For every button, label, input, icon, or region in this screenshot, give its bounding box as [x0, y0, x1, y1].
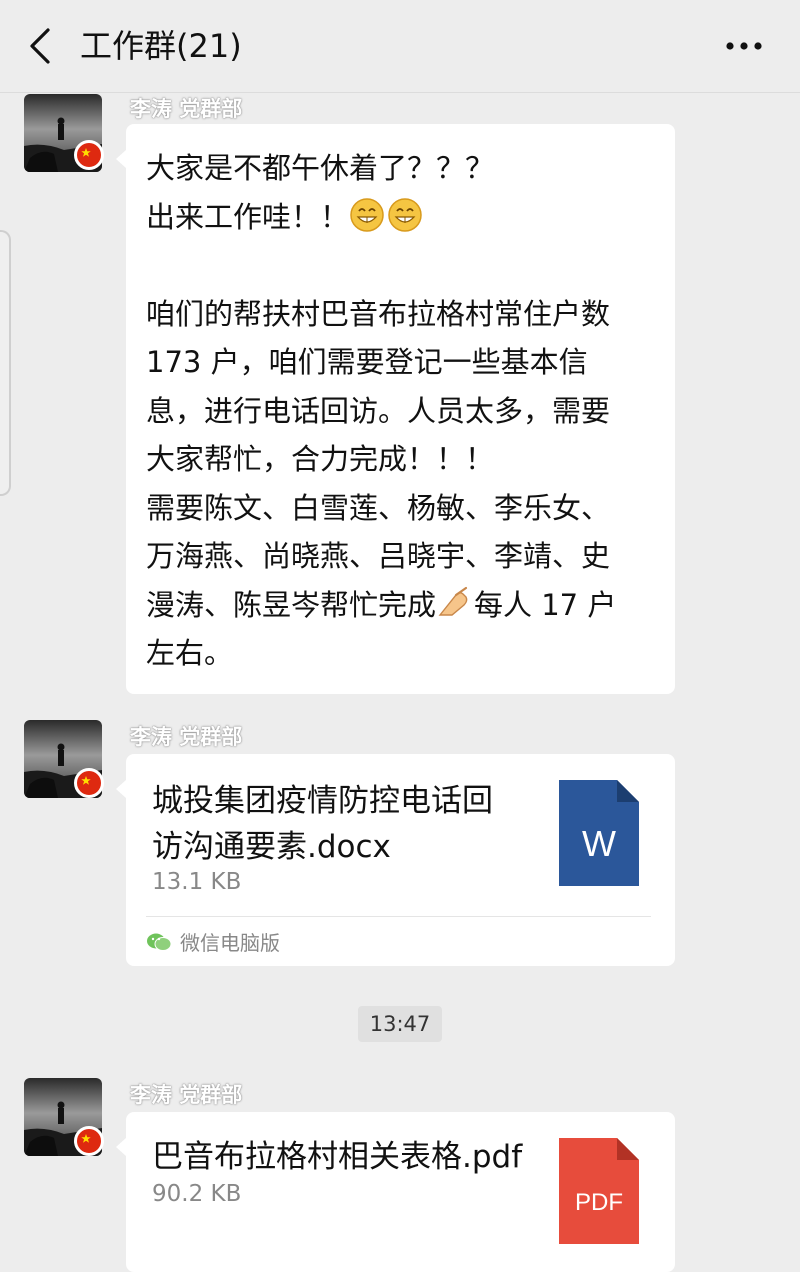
back-arrow-icon[interactable] — [24, 24, 58, 68]
message-line: 漫涛、陈昱岑帮忙完成 — [146, 587, 437, 622]
file-type-label: W — [582, 823, 616, 864]
divider — [146, 916, 651, 917]
china-flag-badge — [74, 1126, 104, 1156]
word-document-icon: W — [559, 780, 639, 886]
file-name: 城投集团疫情防控电话回 访沟通要素.docx — [152, 778, 493, 870]
wechat-icon — [147, 933, 172, 951]
pointing-hand-icon — [438, 586, 468, 616]
file-name: 巴音布拉格村相关表格.pdf — [152, 1139, 523, 1175]
message-line: 173 户，咱们需要登记一些基本信 — [146, 345, 588, 379]
message-line: 息，进行电话回访。人员太多，需要 — [146, 393, 611, 428]
bubble-arrow — [116, 780, 126, 798]
file-name-line: 城投集团疫情防控电话回 — [152, 783, 493, 819]
pdf-document-icon: PDF — [559, 1138, 639, 1244]
sender-name: 李涛 党群部 — [130, 97, 243, 121]
message-line: 咱们的帮扶村巴音布拉格村常住户数 — [146, 296, 611, 331]
more-dots-icon[interactable] — [724, 36, 764, 56]
file-message-card[interactable]: 城投集团疫情防控电话回 访沟通要素.docx 13.1 KB W 微信电脑版 — [116, 754, 675, 966]
message-text: 大家是不都午休着了？？？ 出来工作哇！！ 咱们的帮扶村巴音布拉格村常住户数 173 户… — [146, 144, 666, 678]
message-line: 万海燕、尚晓燕、吕晓宇、李靖、史 — [146, 539, 611, 573]
message-line: 大家帮忙，合力完成！！！ — [146, 442, 495, 476]
chat-title: 工作群(21) — [80, 27, 242, 65]
message-line: 大家是不都午休着了？？？ — [146, 151, 495, 185]
side-drawer-handle[interactable] — [0, 230, 11, 496]
file-message-card[interactable]: 巴音布拉格村相关表格.pdf 90.2 KB PDF — [116, 1112, 675, 1272]
sender-name: 李涛 党群部 — [130, 1083, 243, 1107]
star-icon — [81, 776, 91, 785]
timestamp: 13:47 — [358, 1006, 442, 1042]
source-label: 微信电脑版 — [180, 931, 280, 955]
china-flag-badge — [74, 768, 104, 798]
message-line: 左右。 — [146, 636, 234, 670]
bubble-arrow — [116, 1138, 126, 1156]
sender-name: 李涛 党群部 — [130, 725, 243, 749]
file-type-label: PDF — [575, 1189, 623, 1216]
text-message-bubble[interactable]: 大家是不都午休着了？？？ 出来工作哇！！ 咱们的帮扶村巴音布拉格村常住户数 173 户… — [116, 124, 675, 694]
bubble-arrow — [116, 150, 126, 168]
star-icon — [81, 148, 91, 157]
message-line: 出来工作哇！！ — [146, 199, 350, 234]
file-size: 90.2 KB — [152, 1181, 242, 1207]
grinning-face-icon — [388, 197, 422, 232]
grinning-face-icon — [350, 197, 384, 232]
message-line: 需要陈文、白雪莲、杨敏、李乐女、 — [146, 490, 611, 525]
file-name-line: 访沟通要素.docx — [152, 829, 391, 865]
chat-header: 工作群(21) — [0, 0, 800, 93]
message-line: 每人 17 户 — [474, 587, 617, 622]
china-flag-badge — [74, 140, 104, 170]
star-icon — [81, 1134, 91, 1143]
file-size: 13.1 KB — [152, 869, 242, 895]
